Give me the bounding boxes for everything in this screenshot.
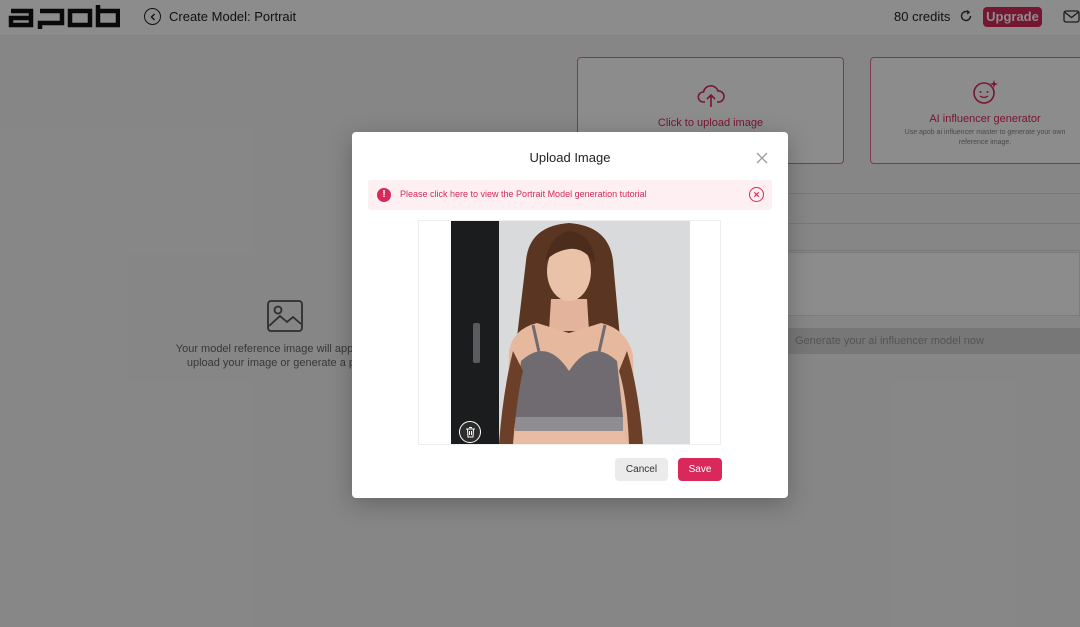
trash-icon	[465, 427, 475, 438]
tutorial-alert[interactable]: ! Please click here to view the Portrait…	[368, 180, 772, 210]
info-icon: !	[377, 188, 391, 202]
close-icon[interactable]	[754, 150, 770, 166]
image-preview-box	[418, 220, 721, 445]
save-button[interactable]: Save	[678, 458, 722, 481]
modal-title: Upload Image	[529, 150, 611, 165]
cancel-button[interactable]: Cancel	[615, 458, 668, 481]
close-icon	[753, 191, 760, 198]
alert-close-button[interactable]	[749, 187, 764, 202]
upload-image-modal: Upload Image ! Please click here to view…	[352, 132, 788, 498]
delete-image-button[interactable]	[459, 421, 481, 443]
uploaded-portrait-photo	[451, 221, 690, 444]
tutorial-alert-text[interactable]: Please click here to view the Portrait M…	[400, 189, 647, 199]
